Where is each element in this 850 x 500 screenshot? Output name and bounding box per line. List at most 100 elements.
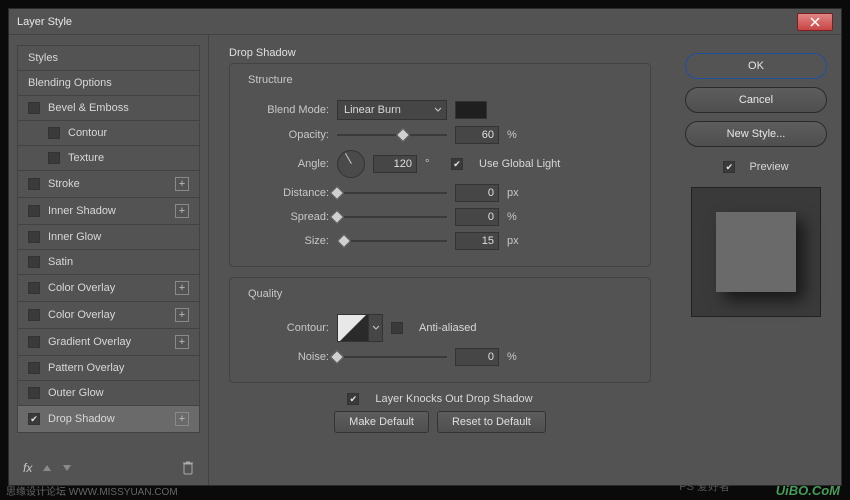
size-label: Size: <box>244 235 329 247</box>
reset-default-button[interactable]: Reset to Default <box>437 411 546 433</box>
style-checkbox[interactable] <box>28 309 40 321</box>
make-default-button[interactable]: Make Default <box>334 411 429 433</box>
spread-input[interactable]: 0 <box>455 208 499 226</box>
quality-legend: Quality <box>244 288 286 300</box>
knockout-checkbox[interactable] <box>347 393 359 405</box>
structure-fieldset: Structure Blend Mode: Linear Burn Opacit… <box>229 63 651 267</box>
angle-dial[interactable] <box>337 150 365 178</box>
contour-dropdown[interactable] <box>369 314 383 342</box>
style-checkbox[interactable] <box>28 413 40 425</box>
sidebar-footer: fx <box>17 455 200 475</box>
style-checkbox[interactable] <box>28 231 40 243</box>
style-item-label: Color Overlay <box>48 282 115 294</box>
contour-picker[interactable] <box>337 314 369 342</box>
style-checkbox[interactable] <box>28 256 40 268</box>
style-item-label: Contour <box>68 127 107 139</box>
add-effect-icon[interactable]: + <box>175 204 189 218</box>
style-item-label: Satin <box>48 256 73 268</box>
style-item-label: Texture <box>68 152 104 164</box>
opacity-input[interactable]: 60 <box>455 126 499 144</box>
blending-options[interactable]: Blending Options <box>17 71 200 96</box>
add-effect-icon[interactable]: + <box>175 308 189 322</box>
close-button[interactable] <box>797 13 833 31</box>
size-slider[interactable] <box>337 234 447 248</box>
watermark-chinese: PS 爱好者 <box>679 478 730 494</box>
add-effect-icon[interactable]: + <box>175 335 189 349</box>
chevron-down-icon <box>372 324 380 332</box>
style-item-color-overlay[interactable]: Color Overlay + <box>17 302 200 329</box>
style-item-outer-glow[interactable]: Outer Glow <box>17 381 200 406</box>
blend-mode-select[interactable]: Linear Burn <box>337 100 447 120</box>
anti-aliased-label: Anti-aliased <box>419 322 476 334</box>
style-item-pattern-overlay[interactable]: Pattern Overlay <box>17 356 200 381</box>
style-item-label: Outer Glow <box>48 387 104 399</box>
quality-fieldset: Quality Contour: Anti-aliased Noise: 0 % <box>229 277 651 383</box>
distance-input[interactable]: 0 <box>455 184 499 202</box>
preview-swatch <box>716 212 796 292</box>
global-light-label: Use Global Light <box>479 158 560 170</box>
noise-input[interactable]: 0 <box>455 348 499 366</box>
opacity-slider[interactable] <box>337 128 447 142</box>
style-checkbox[interactable] <box>28 102 40 114</box>
add-effect-icon[interactable]: + <box>175 177 189 191</box>
style-item-satin[interactable]: Satin <box>17 250 200 275</box>
style-item-label: Drop Shadow <box>48 413 115 425</box>
style-item-contour[interactable]: Contour <box>17 121 200 146</box>
noise-slider[interactable] <box>337 350 447 364</box>
style-checkbox[interactable] <box>28 178 40 190</box>
style-item-label: Pattern Overlay <box>48 362 124 374</box>
trash-icon[interactable] <box>182 461 194 475</box>
distance-label: Distance: <box>244 187 329 199</box>
noise-label: Noise: <box>244 351 329 363</box>
style-checkbox[interactable] <box>28 282 40 294</box>
add-effect-icon[interactable]: + <box>175 412 189 426</box>
style-item-texture[interactable]: Texture <box>17 146 200 171</box>
panel-title: Drop Shadow <box>229 47 651 59</box>
arrow-down-icon[interactable] <box>62 463 72 473</box>
shadow-color-swatch[interactable] <box>455 101 487 119</box>
global-light-checkbox[interactable] <box>451 158 463 170</box>
distance-slider[interactable] <box>337 186 447 200</box>
style-checkbox[interactable] <box>28 336 40 348</box>
angle-input[interactable]: 120 <box>373 155 417 173</box>
preview-box <box>691 187 821 317</box>
style-item-label: Inner Shadow <box>48 205 116 217</box>
angle-label: Angle: <box>244 158 329 170</box>
style-item-inner-shadow[interactable]: Inner Shadow + <box>17 198 200 225</box>
style-item-label: Bevel & Emboss <box>48 102 129 114</box>
new-style-button[interactable]: New Style... <box>685 121 827 147</box>
styles-header[interactable]: Styles <box>17 45 200 71</box>
style-checkbox[interactable] <box>28 387 40 399</box>
preview-checkbox[interactable] <box>723 161 735 173</box>
style-checkbox[interactable] <box>48 127 60 139</box>
ok-button[interactable]: OK <box>685 53 827 79</box>
style-item-inner-glow[interactable]: Inner Glow <box>17 225 200 250</box>
layer-style-dialog: Layer Style Styles Blending Options Beve… <box>8 8 842 486</box>
spread-slider[interactable] <box>337 210 447 224</box>
watermark-right: UiBO.CoM <box>776 483 840 498</box>
styles-sidebar: Styles Blending Options Bevel & Emboss Co… <box>9 35 209 485</box>
style-item-label: Color Overlay <box>48 309 115 321</box>
anti-aliased-checkbox[interactable] <box>391 322 403 334</box>
right-panel: OK Cancel New Style... Preview <box>671 35 841 485</box>
add-effect-icon[interactable]: + <box>175 281 189 295</box>
style-item-color-overlay[interactable]: Color Overlay + <box>17 275 200 302</box>
cancel-button[interactable]: Cancel <box>685 87 827 113</box>
fx-icon[interactable]: fx <box>23 461 32 475</box>
style-item-bevel-emboss[interactable]: Bevel & Emboss <box>17 96 200 121</box>
style-item-stroke[interactable]: Stroke+ <box>17 171 200 198</box>
center-panel: Drop Shadow Structure Blend Mode: Linear… <box>209 35 671 485</box>
style-item-drop-shadow[interactable]: Drop Shadow + <box>17 406 200 433</box>
style-checkbox[interactable] <box>28 205 40 217</box>
spread-label: Spread: <box>244 211 329 223</box>
chevron-down-icon <box>434 106 442 114</box>
style-item-label: Inner Glow <box>48 231 101 243</box>
style-item-gradient-overlay[interactable]: Gradient Overlay + <box>17 329 200 356</box>
preview-label: Preview <box>749 161 788 173</box>
size-input[interactable]: 15 <box>455 232 499 250</box>
style-checkbox[interactable] <box>28 362 40 374</box>
style-checkbox[interactable] <box>48 152 60 164</box>
style-item-label: Gradient Overlay <box>48 336 131 348</box>
blend-mode-label: Blend Mode: <box>244 104 329 116</box>
arrow-up-icon[interactable] <box>42 463 52 473</box>
